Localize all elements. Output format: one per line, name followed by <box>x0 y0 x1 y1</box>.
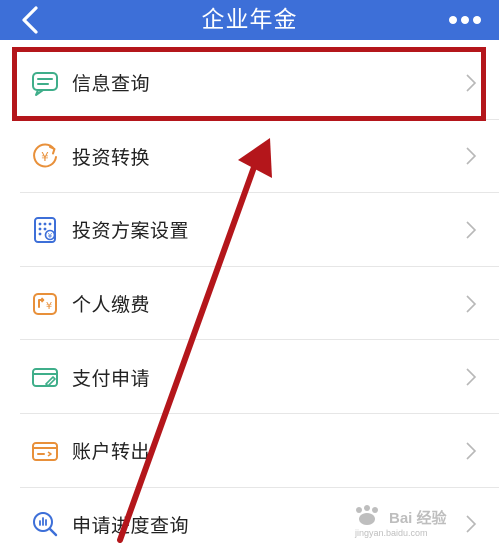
menu-item-account-transfer-out[interactable]: 账户转出 <box>0 414 499 488</box>
menu-item-investment-switch[interactable]: ¥ 投资转换 <box>0 120 499 194</box>
menu-item-label: 个人缴费 <box>72 294 151 317</box>
chevron-right-icon <box>465 146 477 166</box>
chevron-right-icon <box>465 441 477 461</box>
menu-item-label: 账户转出 <box>72 441 151 464</box>
calculator-icon: ¥ <box>30 215 60 245</box>
menu-list: 信息查询 ¥ 投资转换 ¥ 投资方案设置 ¥ 个人缴费 支付申请 账户转出 申请… <box>0 46 499 546</box>
chevron-right-icon <box>465 367 477 387</box>
app-screen: 企业年金 信息查询 ¥ 投资转换 ¥ 投资方案设置 ¥ 个人缴费 支付申请 账户… <box>0 0 499 546</box>
wallet-out-icon <box>30 436 60 466</box>
card-icon <box>30 362 60 392</box>
page-title: 企业年金 <box>201 7 298 33</box>
header-bar: 企业年金 <box>0 0 499 40</box>
yuan-exchange-icon: ¥ <box>30 141 60 171</box>
search-chart-icon <box>30 509 60 539</box>
menu-item-investment-plan-settings[interactable]: ¥ 投资方案设置 <box>0 193 499 267</box>
message-icon <box>30 68 60 98</box>
yuan-payment-icon: ¥ <box>30 289 60 319</box>
menu-item-label: 信息查询 <box>72 73 151 96</box>
more-dots-icon <box>449 16 481 24</box>
svg-text:¥: ¥ <box>41 150 49 164</box>
chevron-right-icon <box>465 73 477 93</box>
menu-item-label: 申请进度查询 <box>72 514 190 537</box>
more-button[interactable] <box>445 8 485 32</box>
menu-item-payment-application[interactable]: 支付申请 <box>0 340 499 414</box>
chevron-right-icon <box>465 294 477 314</box>
menu-item-application-progress-query[interactable]: 申请进度查询 <box>0 488 499 546</box>
chevron-right-icon <box>465 514 477 534</box>
menu-item-label: 投资转换 <box>72 146 151 169</box>
chevron-right-icon <box>465 220 477 240</box>
menu-item-label: 投资方案设置 <box>72 220 190 243</box>
svg-text:¥: ¥ <box>48 232 53 240</box>
svg-text:¥: ¥ <box>46 301 52 312</box>
menu-item-personal-payment[interactable]: ¥ 个人缴费 <box>0 267 499 341</box>
menu-item-label: 支付申请 <box>72 367 151 390</box>
menu-item-info-query[interactable]: 信息查询 <box>0 46 499 120</box>
